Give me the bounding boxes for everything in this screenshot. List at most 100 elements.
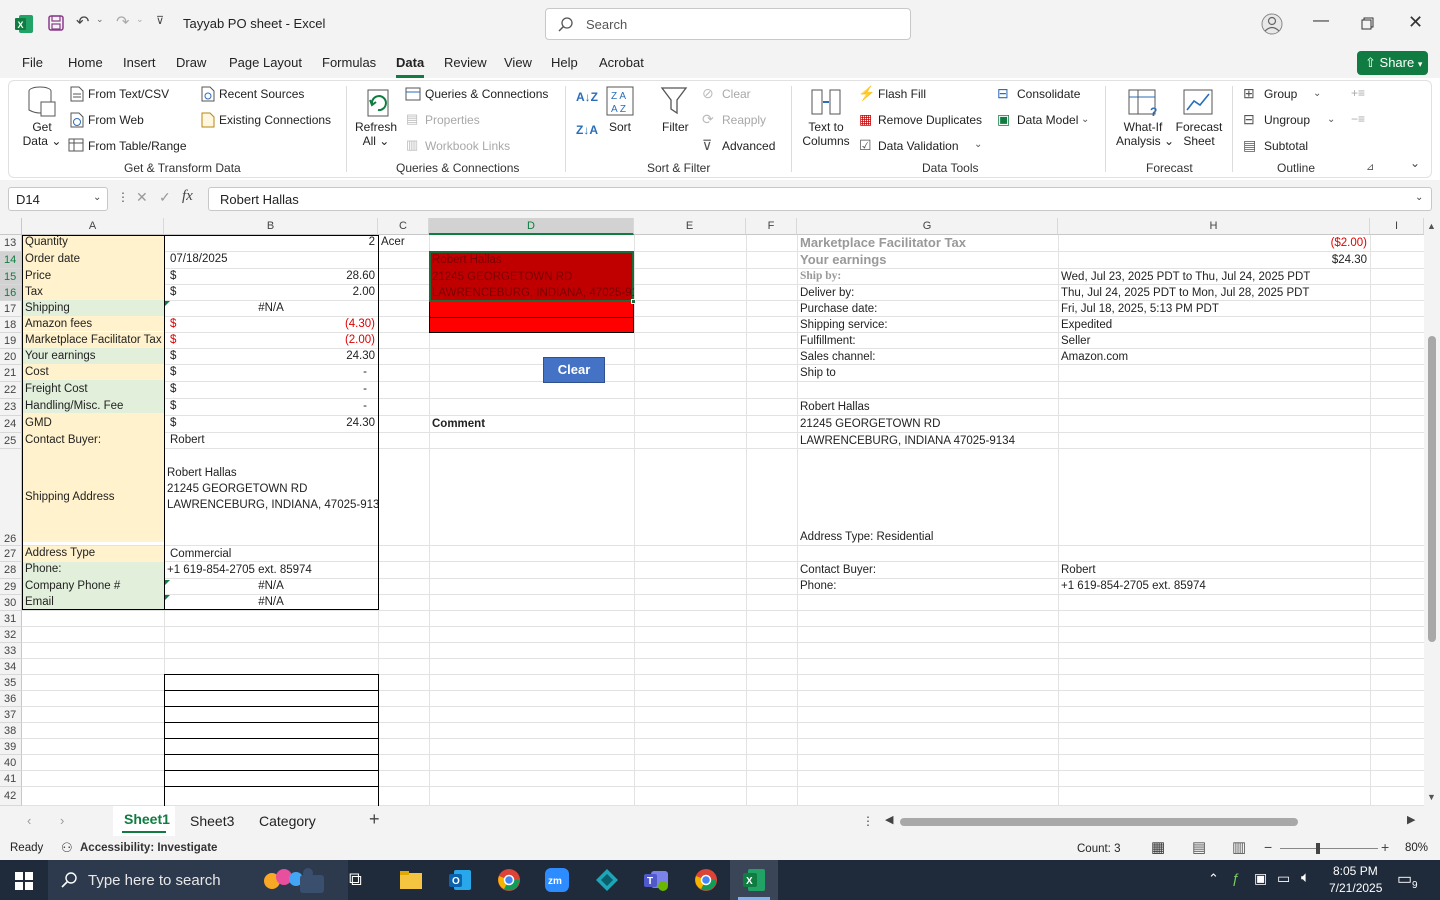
cell-a29[interactable]: Company Phone # xyxy=(22,579,164,594)
sheet-tab-sheet1[interactable]: Sheet1 xyxy=(124,811,170,827)
row-header[interactable]: 38 xyxy=(0,723,22,739)
column-header-f[interactable]: F xyxy=(746,218,797,235)
existing-connections-button[interactable]: Existing Connections xyxy=(219,113,331,127)
app-diamond-icon[interactable] xyxy=(595,868,619,892)
row-header[interactable]: 26 xyxy=(0,449,22,546)
cell-g15[interactable]: Ship by: xyxy=(797,269,1058,284)
cell-c13[interactable]: Acer xyxy=(378,235,429,250)
outline-dialog-launcher-icon[interactable]: ⊿ xyxy=(1366,162,1374,173)
zoom-out-icon[interactable]: − xyxy=(1264,839,1272,855)
remove-duplicates-button[interactable]: Remove Duplicates xyxy=(878,113,982,127)
filter-button[interactable]: Filter xyxy=(662,120,689,134)
row-header[interactable]: 29 xyxy=(0,579,22,595)
row-header[interactable]: 40 xyxy=(0,755,22,771)
cell-h14[interactable]: $24.30 xyxy=(1058,253,1370,268)
cell-g24[interactable]: 21245 GEORGETOWN RD xyxy=(797,417,1058,432)
tab-help[interactable]: Help xyxy=(551,55,578,70)
text-to-columns-button[interactable]: Text to Columns xyxy=(800,120,852,148)
select-all-corner[interactable] xyxy=(0,218,22,235)
tab-draw[interactable]: Draw xyxy=(176,55,206,70)
subtotal-button[interactable]: Subtotal xyxy=(1264,139,1308,153)
cell-b29[interactable]: #N/A xyxy=(164,579,378,594)
taskbar-time[interactable]: 8:05 PM xyxy=(1333,864,1378,878)
what-if-analysis-button[interactable]: What-If Analysis ⌄ xyxy=(1116,120,1174,148)
cell-b13[interactable]: 2 xyxy=(164,235,378,250)
cell-a23[interactable]: Handling/Misc. Fee xyxy=(22,399,164,414)
row-header[interactable]: 41 xyxy=(0,771,22,787)
cell-a24[interactable]: GMD xyxy=(22,416,164,431)
data-model-button[interactable]: Data Model xyxy=(1017,113,1078,127)
scroll-down-icon[interactable]: ▼ xyxy=(1427,792,1436,802)
group-dropdown-icon[interactable]: ⌄ xyxy=(1313,88,1321,99)
undo-icon[interactable]: ↶ xyxy=(76,12,89,32)
account-avatar-icon[interactable] xyxy=(1261,13,1283,35)
undo-dropdown-icon[interactable]: ⌄ xyxy=(96,14,104,25)
cell-a14[interactable]: Order date xyxy=(22,252,164,267)
cell-a20[interactable]: Your earnings xyxy=(22,349,164,364)
cell-h29[interactable]: +1 619-854-2705 ext. 85974 xyxy=(1058,579,1370,594)
row-header[interactable]: 35 xyxy=(0,675,22,691)
name-box[interactable]: D14 ⌄ xyxy=(8,187,108,211)
tab-review[interactable]: Review xyxy=(444,55,487,70)
cell-b20[interactable]: 24.30 xyxy=(180,349,378,364)
redo-icon[interactable]: ↷ xyxy=(116,12,129,32)
cell-b26-line1[interactable]: Robert Hallas xyxy=(164,466,378,481)
cell-h19[interactable]: Seller xyxy=(1058,334,1370,349)
clear-filter-button[interactable]: Clear xyxy=(722,87,751,101)
cell-h15[interactable]: Wed, Jul 23, 2025 PDT to Thu, Jul 24, 20… xyxy=(1058,270,1370,285)
cell-b14[interactable]: 07/18/2025 xyxy=(167,252,378,267)
queries-connections-button[interactable]: Queries & Connections xyxy=(425,87,548,101)
cell-g23[interactable]: Robert Hallas xyxy=(797,400,1058,415)
page-break-view-icon[interactable]: ▥ xyxy=(1232,838,1246,856)
cell-a16[interactable]: Tax xyxy=(22,285,164,300)
column-header-h[interactable]: H xyxy=(1058,218,1370,235)
file-explorer-icon[interactable] xyxy=(399,870,423,890)
from-text-csv-button[interactable]: From Text/CSV xyxy=(88,87,169,101)
formula-bar-options-icon[interactable]: ⋮ xyxy=(117,190,129,204)
cell-b26-line2[interactable]: 21245 GEORGETOWN RD xyxy=(164,482,378,497)
restore-icon[interactable] xyxy=(1361,17,1374,30)
show-hidden-icons-icon[interactable]: ⌃ xyxy=(1208,871,1219,887)
cell-g28[interactable]: Contact Buyer: xyxy=(797,563,1058,578)
formula-input[interactable]: Robert Hallas ⌄ xyxy=(208,187,1432,211)
row-header[interactable]: 31 xyxy=(0,611,22,627)
data-validation-button[interactable]: Data Validation xyxy=(878,139,959,153)
data-validation-dropdown-icon[interactable]: ⌄ xyxy=(974,139,982,150)
column-header-a[interactable]: A xyxy=(22,218,164,235)
cell-b30[interactable]: #N/A xyxy=(164,595,378,610)
reapply-button[interactable]: Reapply xyxy=(722,113,766,127)
cell-g29[interactable]: Phone: xyxy=(797,579,1058,594)
cell-g21[interactable]: Ship to xyxy=(797,366,1058,381)
confirm-entry-icon[interactable]: ✓ xyxy=(159,189,171,206)
tab-home[interactable]: Home xyxy=(68,55,103,70)
clear-button[interactable]: Clear xyxy=(543,357,605,383)
zoom-level[interactable]: 80% xyxy=(1405,842,1428,854)
redo-dropdown-icon[interactable]: ⌄ xyxy=(136,14,144,25)
zoom-slider-thumb[interactable] xyxy=(1316,843,1320,854)
close-icon[interactable]: ✕ xyxy=(1408,12,1423,33)
insert-function-icon[interactable]: fx xyxy=(182,188,193,205)
cell-b25[interactable]: Robert xyxy=(167,433,378,448)
tab-data[interactable]: Data xyxy=(396,55,424,70)
scroll-left-icon[interactable]: ◀ xyxy=(885,813,893,826)
teams-icon[interactable]: T xyxy=(643,868,669,892)
scroll-right-icon[interactable]: ▶ xyxy=(1407,813,1415,826)
column-header-g[interactable]: G xyxy=(797,218,1058,235)
data-model-dropdown-icon[interactable]: ⌄ xyxy=(1081,114,1089,125)
row-header[interactable]: 25 xyxy=(0,433,22,449)
cell-h18[interactable]: Expedited xyxy=(1058,318,1370,333)
show-detail-icon[interactable]: +≡ xyxy=(1351,86,1365,100)
scroll-up-icon[interactable]: ▲ xyxy=(1427,221,1436,231)
chrome-profile-icon[interactable] xyxy=(694,868,718,892)
cell-a22[interactable]: Freight Cost xyxy=(22,382,164,397)
workbook-links-button[interactable]: Workbook Links xyxy=(425,139,510,153)
cell-a28[interactable]: Phone: xyxy=(22,562,164,577)
row-header[interactable]: 42 xyxy=(0,787,22,806)
cell-d16[interactable]: LAWRENCEBURG, INDIANA, 47025-9134 xyxy=(429,286,634,301)
row-header[interactable]: 22 xyxy=(0,382,22,399)
cancel-entry-icon[interactable]: ✕ xyxy=(136,189,148,206)
row-header[interactable]: 23 xyxy=(0,399,22,416)
cell-g13[interactable]: Marketplace Facilitator Tax xyxy=(797,235,1058,250)
forecast-sheet-button[interactable]: Forecast Sheet xyxy=(1174,120,1224,148)
properties-button[interactable]: Properties xyxy=(425,113,480,127)
